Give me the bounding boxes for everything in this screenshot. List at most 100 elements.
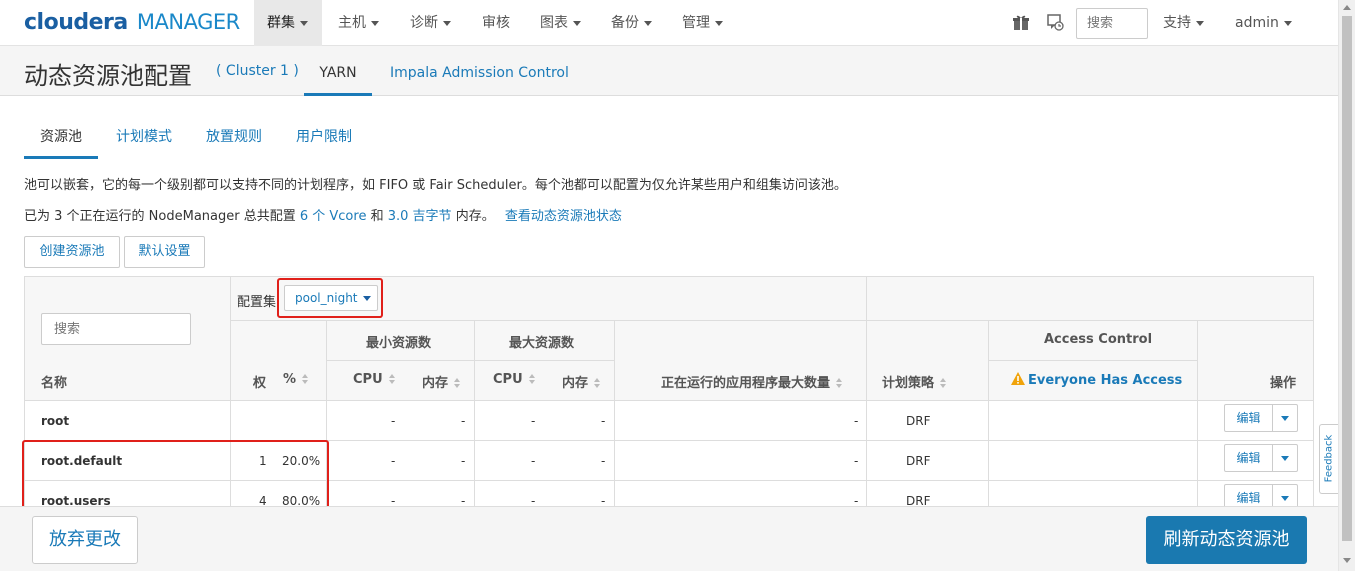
column-divider [988,481,989,507]
min-resources-header: 最小资源数 [366,336,432,351]
edit-split-button: 编辑 [1224,404,1298,432]
max-apps-label: 正在运行的应用程序最大数量 [661,376,831,391]
min-memory-header[interactable]: 内存 [422,372,461,391]
max-cpu-value: - [531,494,536,508]
scroll-down-arrow[interactable] [1343,558,1351,563]
subtab-placement-rules[interactable]: 放置规则 [206,120,262,159]
nav-charts[interactable]: 图表 [540,0,581,46]
refresh-pools-button[interactable]: 刷新动态资源池 [1146,516,1307,564]
chevron-down-icon [1196,20,1204,26]
nav-diagnostics[interactable]: 诊断 [410,0,451,46]
chevron-down-icon [443,20,451,26]
max-memory-header[interactable]: 内存 [562,372,601,391]
everyone-access-label: Everyone Has Access [1028,373,1183,388]
parcel-gift-icon[interactable] [1012,13,1030,31]
min-cpu-value: - [391,414,396,428]
weight-column-header[interactable]: 权 [253,372,266,391]
nav-clusters[interactable]: 群集 [254,0,322,46]
subtab-user-limits[interactable]: 用户限制 [296,120,352,159]
chevron-down-icon [1281,496,1289,501]
brand-name: cloudera [24,10,128,35]
discard-changes-button[interactable]: 放弃更改 [32,516,138,564]
column-divider [614,441,615,481]
nav-user-menu[interactable]: admin [1235,0,1292,46]
nav-label: 支持 [1163,15,1191,31]
chevron-down-icon [644,20,652,26]
policy-label: 计划策略 [882,376,935,391]
sub-tabs: 资源池 计划模式 放置规则 用户限制 [24,120,1314,159]
vertical-scrollbar[interactable] [1338,0,1355,571]
column-divider [1197,441,1198,481]
summary-and: 和 [370,209,384,224]
edit-dropdown-toggle[interactable] [1273,405,1297,431]
min-mem-value: - [461,494,466,508]
memory-link[interactable]: 3.0 吉字节 [388,209,452,224]
policy-value: DRF [906,494,931,508]
tab-impala-admission-control[interactable]: Impala Admission Control [390,46,569,96]
percent-column-header[interactable]: % [283,372,309,387]
subtab-resource-pools[interactable]: 资源池 [24,120,98,159]
nav-hosts[interactable]: 主机 [338,0,379,46]
column-divider [230,401,231,441]
sort-icon [302,374,309,385]
edit-split-button: 编辑 [1224,484,1298,507]
max-cpu-value: - [531,414,536,428]
pool-search-input[interactable] [41,313,191,345]
cpu-label: CPU [493,372,523,387]
max-mem-value: - [601,414,606,428]
edit-button[interactable]: 编辑 [1225,405,1273,431]
feedback-label: Feedback [1323,434,1335,483]
column-divider [474,481,475,507]
pool-status-link[interactable]: 查看动态资源池状态 [505,209,622,224]
tab-yarn[interactable]: YARN [304,46,372,96]
running-commands-icon[interactable] [1046,13,1064,31]
nav-label: admin [1235,15,1279,31]
chevron-down-icon [371,20,379,26]
edit-dropdown-toggle[interactable] [1273,445,1297,471]
column-divider [988,441,989,481]
column-divider [474,441,475,481]
cloudera-manager-logo[interactable]: cloudera MANAGER [24,10,240,35]
everyone-access-link[interactable]: Everyone Has Access [1011,372,1182,388]
column-divider [614,481,615,507]
sort-icon [940,378,947,389]
edit-button[interactable]: 编辑 [1225,485,1273,507]
min-cpu-header[interactable]: CPU [353,372,396,387]
nav-admin[interactable]: 管理 [682,0,723,46]
cpu-label: CPU [353,372,383,387]
memory-label: 内存 [422,376,449,391]
max-apps-column-header[interactable]: 正在运行的应用程序最大数量 [661,372,843,391]
column-divider [988,401,989,441]
nav-backup[interactable]: 备份 [611,0,652,46]
weight-label: 权 [253,376,267,391]
pool-name[interactable]: root [41,401,69,441]
nav-audit[interactable]: 审核 [482,0,510,46]
feedback-tab[interactable]: Feedback [1319,424,1339,494]
column-divider [1197,401,1198,441]
max-apps-value: - [854,494,859,508]
max-cpu-header[interactable]: CPU [493,372,536,387]
scroll-up-arrow[interactable] [1343,5,1351,10]
memory-label: 内存 [562,376,589,391]
edit-button[interactable]: 编辑 [1225,445,1273,471]
header-spacer-cell [867,277,1313,321]
min-cpu-value: - [391,494,396,508]
scroll-thumb[interactable] [1342,16,1352,541]
nav-support[interactable]: 支持 [1163,0,1204,46]
sort-icon [388,374,396,385]
summary-prefix: 已为 3 个正在运行的 NodeManager 总共配置 [24,209,296,224]
policy-column-header[interactable]: 计划策略 [882,372,947,391]
cluster-link[interactable]: ( Cluster 1 ) [216,63,299,79]
vcores-link[interactable]: 6 个 Vcore [300,209,367,224]
max-mem-value: - [601,494,606,508]
warning-icon [1011,372,1025,385]
name-column-header[interactable]: 名称 [41,372,67,391]
global-search-input[interactable] [1076,8,1148,39]
table-row: root - - - - - DRF 编辑 [25,401,1313,441]
column-divider [474,401,475,441]
default-settings-button[interactable]: 默认设置 [124,236,205,268]
edit-dropdown-toggle[interactable] [1273,485,1297,507]
subtab-scheduling-rules[interactable]: 计划模式 [116,120,172,159]
nav-label: 图表 [540,15,568,31]
create-pool-button[interactable]: 创建资源池 [24,236,120,268]
